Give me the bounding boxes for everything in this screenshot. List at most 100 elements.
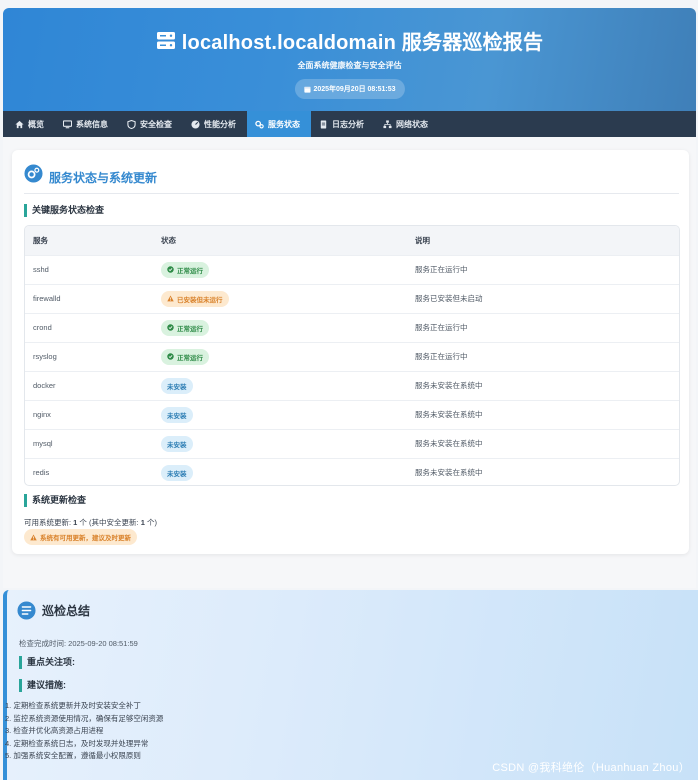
table-row: docker 未安装 服务未安装在系统中 (25, 370, 679, 400)
updates-mid: 个 (其中安全更新: (77, 518, 141, 527)
table-row: crond 正常运行 服务正在运行中 (25, 312, 679, 342)
service-name: mysql (25, 428, 161, 458)
clipboard-list-icon (17, 601, 36, 620)
column-header-service: 服务 (33, 235, 48, 245)
nav-label: 网络状态 (396, 119, 428, 129)
table-row: rsyslog 正常运行 服务正在运行中 (25, 341, 679, 371)
service-description: 服务正在运行中 (415, 254, 679, 284)
summary-title: 巡检总结 (42, 604, 91, 618)
list-item: 1. 定期检查系统更新并及时安装安全补丁 (5, 701, 141, 710)
file-icon (320, 119, 327, 129)
column-header-status: 状态 (161, 235, 176, 245)
updates-warning-text: 系统有可用更新，建议及时更新 (40, 535, 131, 542)
status-text: 正常运行 (177, 325, 203, 333)
list-item: 2. 监控系统资源使用情况，确保有足够空闲资源 (5, 713, 164, 723)
status-cell: 未安装 (161, 370, 415, 400)
services-card-header: 服务状态与系统更新 (24, 164, 679, 194)
page-title-text: localhost.localdomain 服务器巡检报告 (181, 32, 544, 54)
table-row: redis 未安装 服务未安装在系统中 (25, 457, 679, 485)
nav-label: 日志分析 (332, 119, 364, 129)
service-check-heading: 关键服务状态检查 (24, 204, 104, 217)
list-item: 5. 加强系统安全配置，遵循最小权限原则 (5, 751, 141, 760)
service-name: redis (25, 457, 161, 485)
focus-heading: 重点关注项: (19, 656, 75, 669)
service-description: 服务未安装在系统中 (415, 370, 679, 400)
status-cell: 已安装但未运行 (161, 283, 415, 313)
service-description: 服务未安装在系统中 (415, 399, 679, 429)
summary-time: 检查完成时间: 2025-09-20 08:51:59 (19, 639, 138, 648)
status-badge: 正常运行 (161, 261, 209, 278)
nav-item-security[interactable]: 安全检查 (119, 111, 183, 137)
status-cell: 未安装 (161, 399, 415, 429)
status-text: 已安装但未运行 (177, 296, 223, 304)
nav-item-performance[interactable]: 性能分析 (183, 111, 247, 137)
report-header: localhost.localdomain 服务器巡检报告 全面系统健康检查与安… (3, 8, 696, 111)
table-row: sshd 正常运行 服务正在运行中 (25, 254, 679, 284)
service-name: firewalld (25, 283, 161, 313)
status-badge: 正常运行 (161, 348, 209, 365)
service-name: crond (25, 312, 161, 342)
status-cell: 正常运行 (161, 341, 415, 371)
server-icon (156, 32, 175, 49)
nav-label: 概览 (28, 119, 44, 129)
calendar-icon (303, 86, 310, 93)
updates-suffix: 个) (144, 518, 157, 527)
advice-list: 1. 定期检查系统更新并及时安装安全补丁 2. 监控系统资源使用情况，确保有足够… (5, 700, 163, 763)
gears-icon (24, 164, 43, 183)
check-circle-icon (167, 324, 174, 331)
date-text: 2025年09月20日 08:51:53 (313, 86, 396, 93)
summary-section: 巡检总结 检查完成时间: 2025-09-20 08:51:59 重点关注项: … (3, 590, 698, 780)
status-badge: 未安装 (161, 377, 193, 394)
updates-summary: 可用系统更新: 1 个 (其中安全更新: 1 个) (24, 517, 157, 528)
monitor-icon (63, 119, 72, 128)
check-circle-icon (167, 266, 174, 273)
warning-icon (30, 533, 37, 540)
status-badge: 已安装但未运行 (161, 290, 229, 307)
service-name: sshd (25, 254, 161, 284)
nav-item-overview[interactable]: 概览 (7, 111, 55, 137)
table-row: firewalld 已安装但未运行 服务已安装但未启动 (25, 283, 679, 313)
service-name: docker (25, 370, 161, 400)
status-cell: 正常运行 (161, 254, 415, 284)
check-circle-icon (167, 353, 174, 360)
status-cell: 正常运行 (161, 312, 415, 342)
services-table: 服务 状态 说明 sshd 正常运行 服务正在运行中 firewalld 已安装… (24, 225, 680, 486)
service-description: 服务正在运行中 (415, 312, 679, 342)
status-badge: 未安装 (161, 406, 193, 423)
update-check-heading: 系统更新检查 (24, 494, 86, 507)
service-description: 服务已安装但未启动 (415, 283, 679, 313)
nav-item-services[interactable]: 服务状态 (247, 111, 311, 137)
service-name: rsyslog (25, 341, 161, 371)
column-header-description: 说明 (415, 235, 430, 245)
list-item: 4. 定期检查系统日志，及时发现并处理异常 (5, 738, 149, 748)
warning-icon (167, 295, 174, 302)
nav-label: 服务状态 (268, 119, 300, 129)
service-description: 服务未安装在系统中 (415, 457, 679, 485)
advice-heading: 建议措施: (19, 679, 66, 692)
page-subtitle: 全面系统健康检查与安全评估 (297, 61, 402, 70)
service-description: 服务未安装在系统中 (415, 428, 679, 458)
page-title: localhost.localdomain 服务器巡检报告 (3, 26, 696, 55)
table-row: nginx 未安装 服务未安装在系统中 (25, 399, 679, 429)
nav-item-logs[interactable]: 日志分析 (311, 111, 375, 137)
table-row: mysql 未安装 服务未安装在系统中 (25, 428, 679, 458)
shield-icon (127, 119, 136, 129)
status-badge: 正常运行 (161, 319, 209, 336)
report-frame: localhost.localdomain 服务器巡检报告 全面系统健康检查与安… (3, 8, 696, 588)
network-icon (383, 119, 392, 128)
cogs-icon (255, 120, 264, 128)
status-cell: 未安装 (161, 428, 415, 458)
home-icon (15, 120, 24, 128)
list-item: 3. 检查并优化高资源占用进程 (5, 726, 104, 735)
services-card-title: 服务状态与系统更新 (49, 171, 158, 185)
status-text: 正常运行 (177, 267, 203, 275)
nav-item-network[interactable]: 网络状态 (375, 111, 439, 137)
status-badge: 未安装 (161, 435, 193, 452)
watermark: CSDN @我科绝伦（Huanhuan Zhou） (492, 762, 690, 774)
nav-item-system-info[interactable]: 系统信息 (55, 111, 119, 137)
nav-label: 安全检查 (140, 119, 172, 129)
service-description: 服务正在运行中 (415, 341, 679, 371)
date-badge: 2025年09月20日 08:51:53 (294, 79, 405, 99)
nav-label: 系统信息 (76, 119, 108, 129)
status-badge: 未安装 (161, 464, 193, 481)
